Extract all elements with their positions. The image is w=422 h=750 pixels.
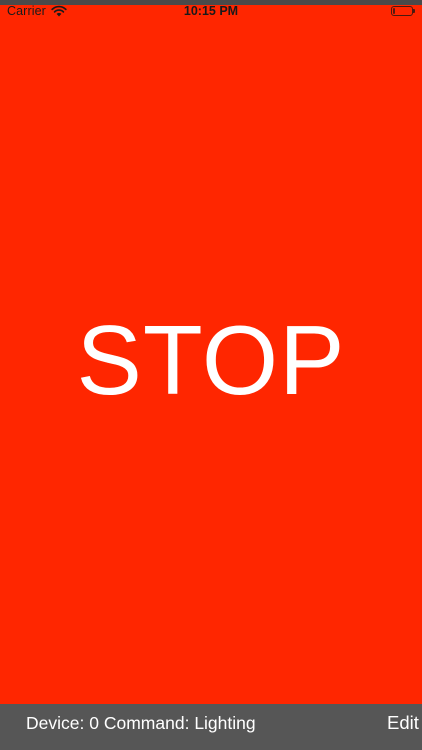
battery-tip xyxy=(413,9,415,13)
command-value: Lighting xyxy=(194,713,256,733)
clock-time: 10:15 PM xyxy=(183,4,239,18)
edit-button[interactable]: Edit xyxy=(387,712,419,734)
status-bar: Carrier 10:15 PM xyxy=(0,0,422,24)
device-label: Device: xyxy=(26,713,85,733)
battery-level xyxy=(393,8,395,14)
command-text: STOP xyxy=(76,305,346,415)
command-screen: Carrier 10:15 PM STOP Device: 0 Command:… xyxy=(0,0,422,750)
command-label: Command: xyxy=(103,713,190,733)
device-command-info: Device: 0 Command: Lighting xyxy=(26,713,256,734)
battery-icon xyxy=(391,6,413,16)
device-value: 0 xyxy=(89,713,99,733)
bottom-toolbar: Device: 0 Command: Lighting Edit xyxy=(0,704,422,750)
command-display[interactable]: STOP xyxy=(0,24,422,704)
